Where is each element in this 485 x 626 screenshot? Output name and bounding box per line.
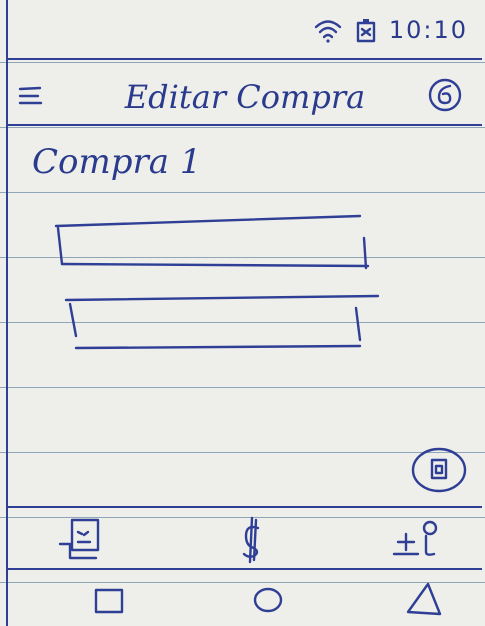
status-divider [8, 58, 482, 60]
save-fab-button[interactable] [410, 446, 468, 494]
home-button[interactable] [246, 580, 290, 620]
square-icon [94, 588, 124, 614]
app-bar: Editar Compra [8, 70, 482, 124]
input-field-2[interactable] [74, 306, 364, 350]
nav-item-calendar[interactable] [54, 514, 106, 562]
nav-item-plus-minus[interactable] [388, 514, 440, 562]
content-title: Compra 1 [32, 142, 202, 182]
recent-apps-button[interactable] [88, 580, 132, 620]
system-nav-divider [8, 568, 482, 570]
settings-icon[interactable] [426, 76, 464, 114]
status-bar: 10:10 [313, 10, 468, 50]
plus-minus-icon [392, 520, 438, 556]
system-nav [8, 572, 482, 626]
phone-frame: 10:10 Editar Compra Compra 1 [6, 0, 482, 626]
calendar-icon [58, 518, 100, 560]
circle-icon [253, 587, 283, 613]
document-icon [430, 458, 448, 480]
bottom-nav [8, 508, 482, 568]
back-button[interactable] [400, 580, 444, 620]
input-field-1[interactable] [60, 220, 360, 264]
nav-item-money[interactable] [224, 514, 276, 564]
page-title: Editar Compra [124, 78, 366, 116]
triangle-icon [406, 582, 442, 616]
status-time: 10:10 [388, 16, 468, 44]
money-icon [242, 516, 260, 564]
appbar-divider [8, 124, 482, 126]
wifi-icon [313, 15, 343, 45]
battery-icon [355, 15, 377, 45]
